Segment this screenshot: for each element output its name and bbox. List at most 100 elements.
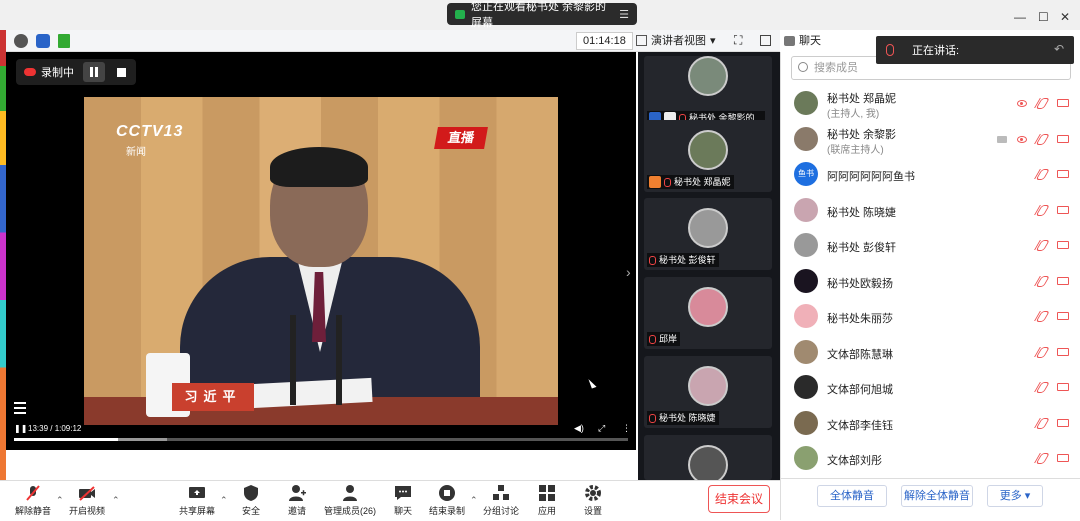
- minimize-icon[interactable]: —: [1014, 10, 1026, 24]
- member-row[interactable]: 秘书处 余黎影 (联席主持人): [781, 122, 1079, 156]
- member-name: 阿阿阿阿阿阿鱼书: [827, 171, 915, 183]
- muted-mic-icon[interactable]: [1034, 382, 1050, 392]
- fullscreen-icon[interactable]: ⛶: [734, 33, 742, 48]
- unmute-all-button[interactable]: 解除全体静音: [901, 485, 973, 507]
- muted-mic-icon[interactable]: [1034, 453, 1050, 463]
- recording-icon[interactable]: [1017, 100, 1027, 107]
- camera-off-icon[interactable]: [1057, 99, 1069, 107]
- muted-mic-icon[interactable]: [1034, 417, 1050, 428]
- member-row[interactable]: 秘书处 郑晶妮 (主持人, 我): [781, 86, 1079, 120]
- muted-mic-icon[interactable]: [1034, 204, 1050, 215]
- maximize-icon[interactable]: ☐: [1038, 10, 1049, 24]
- end-meeting-button[interactable]: 结束会议: [708, 485, 770, 513]
- gallery-tile[interactable]: 秘书处 余黎影的...: [644, 56, 772, 128]
- member-row[interactable]: 文体部李佳钰: [781, 406, 1079, 440]
- mute-all-button[interactable]: 全体静音: [817, 485, 887, 507]
- settings-button[interactable]: 设置: [568, 483, 618, 521]
- muted-mic-icon[interactable]: [1034, 133, 1050, 144]
- share-screen-button[interactable]: 共享屏幕: [172, 483, 222, 521]
- playlist-icon[interactable]: [14, 402, 26, 414]
- camera-off-icon[interactable]: [1057, 205, 1069, 214]
- stop-recording-button[interactable]: [110, 62, 132, 82]
- volume-icon[interactable]: ◀): [574, 423, 584, 434]
- member-row[interactable]: 鱼书 阿阿阿阿阿阿鱼书: [781, 157, 1079, 191]
- apps-button[interactable]: 应用: [522, 483, 572, 521]
- layout-icon: [636, 35, 647, 46]
- add-user-icon: [289, 485, 306, 501]
- member-row[interactable]: 秘书处 陈晓婕: [781, 193, 1079, 227]
- security-button[interactable]: 安全: [226, 483, 276, 521]
- avatar: [794, 304, 818, 328]
- recording-icon[interactable]: [1017, 135, 1027, 143]
- chevron-up-icon[interactable]: ⌃: [112, 495, 120, 506]
- camera-off-icon[interactable]: [1057, 454, 1069, 462]
- camera-off-icon[interactable]: [1057, 383, 1069, 391]
- member-name: 文体部李佳钰: [827, 419, 893, 432]
- muted-mic-icon[interactable]: [1034, 240, 1050, 250]
- pause-recording-button[interactable]: [83, 62, 105, 82]
- signal-icon[interactable]: [58, 34, 70, 48]
- chevron-down-icon: ▾: [710, 35, 716, 47]
- breakout-button[interactable]: 分组讨论: [476, 483, 526, 521]
- muted-mic-icon[interactable]: [1034, 169, 1050, 179]
- mic-off-icon: [26, 485, 40, 501]
- member-row[interactable]: 秘书处 彭俊轩: [781, 228, 1079, 262]
- speaker-hair: [270, 147, 368, 187]
- members-footer: 全体静音 解除全体静音 更多 ▾: [780, 478, 1080, 520]
- sharing-banner[interactable]: 您正在观看秘书处 余黎影的屏幕 ☰: [447, 1, 637, 29]
- gallery-tile[interactable]: 秘书处 彭俊轩: [644, 198, 772, 270]
- active-speaker-indicator: 正在讲话: ↶: [876, 36, 1074, 64]
- panel-toggle-icon[interactable]: [760, 35, 771, 46]
- member-row[interactable]: 秘书处欧毅扬: [781, 264, 1079, 298]
- member-row[interactable]: 文体部刘彤: [781, 441, 1079, 475]
- more-button[interactable]: 更多 ▾: [987, 485, 1043, 507]
- member-row[interactable]: 文体部陈慧琳: [781, 335, 1079, 369]
- screen-share-icon[interactable]: [997, 135, 1007, 143]
- close-icon[interactable]: ✕: [1060, 10, 1070, 24]
- speaking-mic-icon: [886, 44, 894, 56]
- member-row[interactable]: 文体部何旭城: [781, 370, 1079, 404]
- tile-name: 秘书处 陈晓婕: [659, 413, 716, 423]
- play-pause-icon[interactable]: ❚❚: [14, 424, 27, 433]
- collapse-icon[interactable]: ↶: [1054, 42, 1064, 56]
- camera-off-icon[interactable]: [1057, 418, 1069, 427]
- breakout-icon: [493, 485, 509, 500]
- info-icon[interactable]: [14, 34, 28, 48]
- muted-mic-icon[interactable]: [1034, 98, 1050, 108]
- camera-off-icon[interactable]: [1057, 170, 1069, 178]
- tile-label: 秘书处 陈晓婕: [647, 411, 719, 425]
- chat-tab[interactable]: 聊天: [784, 32, 821, 50]
- playback-progress[interactable]: [14, 438, 628, 441]
- members-panel: 搜索成员 秘书处 郑晶妮 (主持人, 我) 秘书处 余黎影 (联席主持人) 鱼书 阿阿阿阿…: [780, 52, 1080, 520]
- manage-members-button[interactable]: 管理成员(26): [318, 483, 382, 521]
- muted-mic-icon[interactable]: [1034, 275, 1050, 286]
- member-row[interactable]: 秘书处朱丽莎: [781, 299, 1079, 333]
- view-mode-label: 演讲者视图: [651, 35, 706, 47]
- gallery-tile[interactable]: 秘书处 郑晶妮: [644, 120, 772, 192]
- gallery-tile[interactable]: [644, 435, 772, 485]
- unmute-button[interactable]: 解除静音: [8, 483, 58, 521]
- muted-mic-icon[interactable]: [1034, 311, 1050, 321]
- camera-off-icon[interactable]: [1057, 241, 1069, 249]
- gallery-tile[interactable]: 邱岸: [644, 277, 772, 349]
- avatar: [794, 410, 818, 435]
- camera-off-icon[interactable]: [1057, 134, 1069, 143]
- chat-button[interactable]: 聊天: [378, 483, 428, 521]
- muted-mic-icon[interactable]: [1034, 346, 1050, 357]
- start-video-button[interactable]: 开启视频: [62, 483, 112, 521]
- avatar: [688, 445, 728, 485]
- camera-off-icon[interactable]: [1057, 312, 1069, 320]
- collapse-gallery-icon[interactable]: ›: [626, 264, 631, 280]
- banner-menu-icon[interactable]: ☰: [619, 8, 629, 21]
- muted-mic-icon: [649, 334, 656, 344]
- invite-button[interactable]: 邀请: [272, 483, 322, 521]
- security-shield-icon[interactable]: [36, 34, 50, 48]
- camera-off-icon[interactable]: [1057, 347, 1069, 356]
- camera-off-icon[interactable]: [1057, 276, 1069, 285]
- search-placeholder: 搜索成员: [814, 62, 858, 74]
- view-mode-button[interactable]: 演讲者视图 ▾: [636, 32, 716, 50]
- fullscreen-player-icon[interactable]: ⤢: [598, 423, 605, 434]
- stop-recording-toolbar-button[interactable]: 结束录制: [422, 483, 472, 521]
- gallery-tile[interactable]: 秘书处 陈晓婕: [644, 356, 772, 428]
- more-options-icon[interactable]: ⋮: [622, 423, 631, 434]
